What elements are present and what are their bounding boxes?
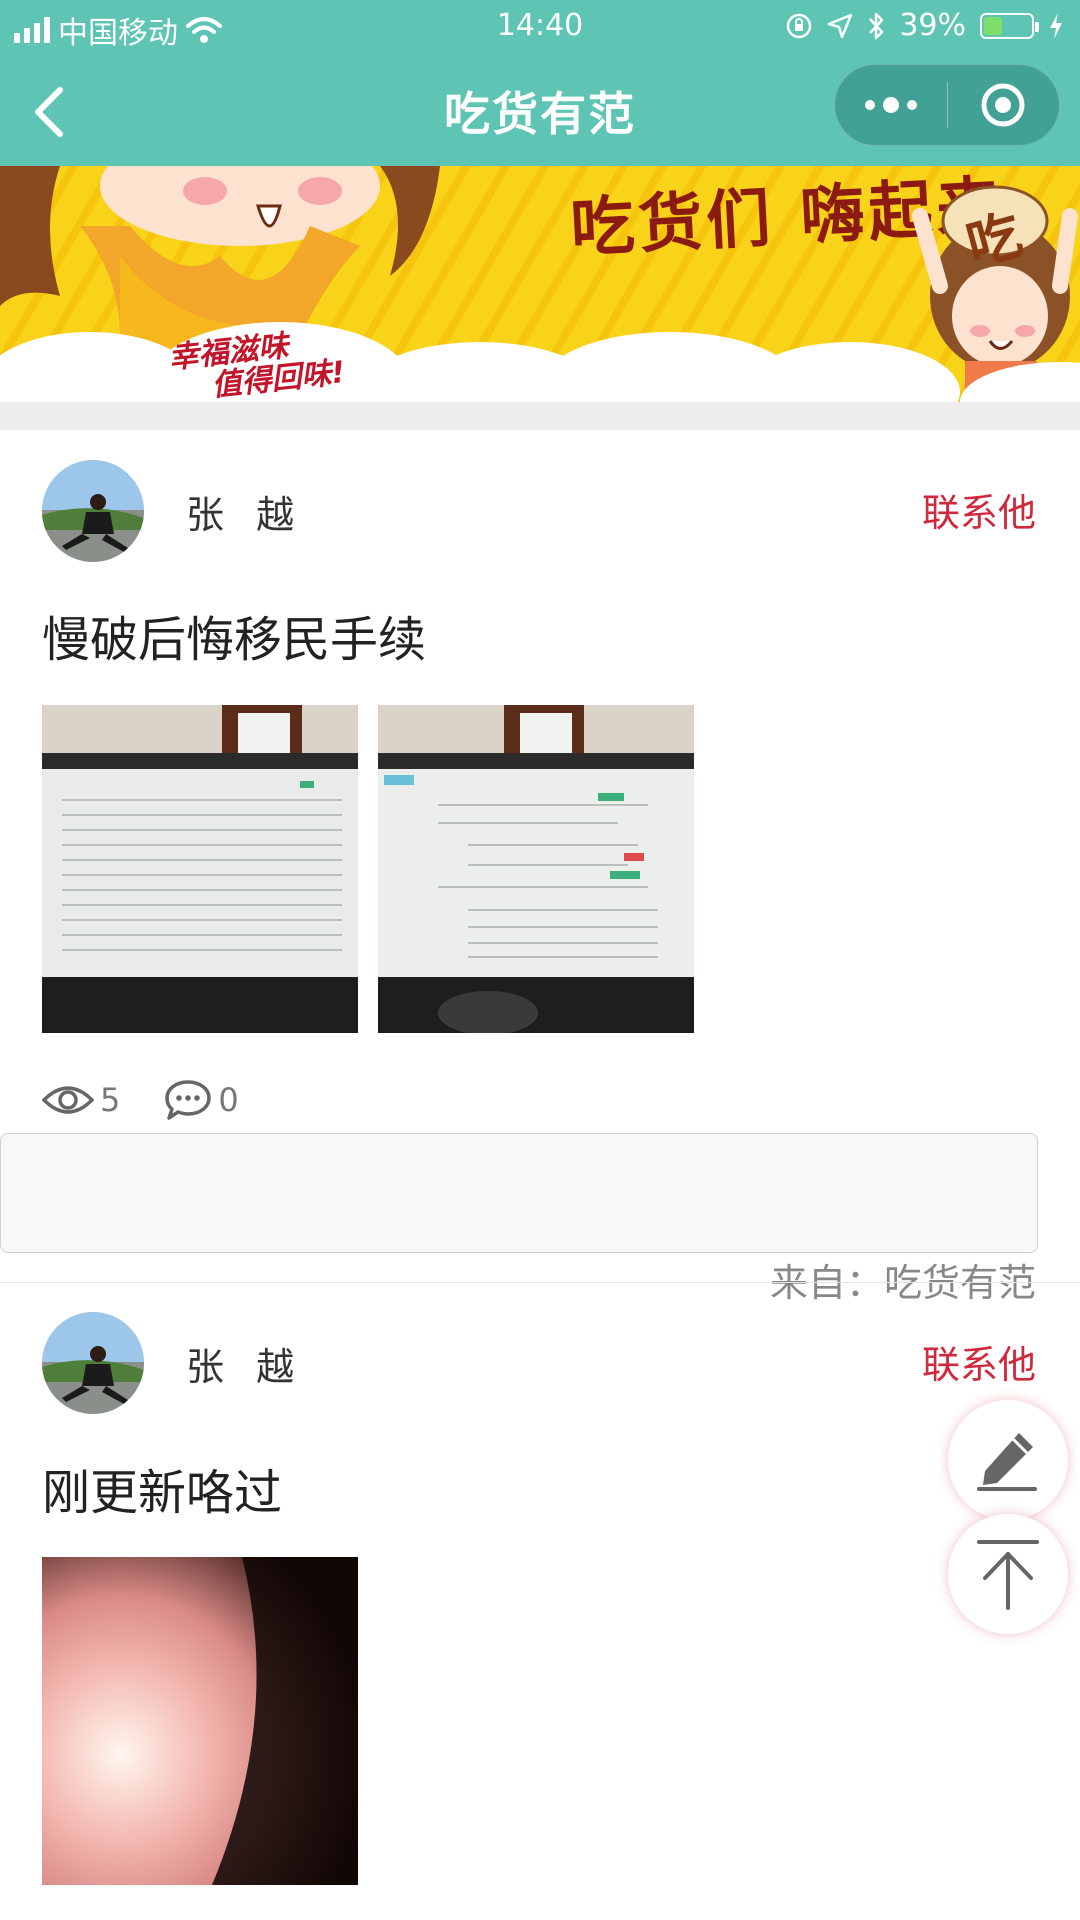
promo-banner[interactable]: 吃货们 嗨起来 幸福滋味 值得回味! 吃: [0, 166, 1080, 402]
post-text: 慢破后悔移民手续: [42, 612, 427, 668]
nav-bar: 吃货有范: [0, 54, 1080, 166]
post-image[interactable]: [42, 705, 358, 1033]
status-right: 39%: [785, 8, 1064, 43]
author-name: 张 越: [186, 1345, 305, 1389]
contact-author-link[interactable]: 联系他: [922, 1334, 1036, 1389]
post-text: 刚更新咯过: [42, 1465, 283, 1521]
comment-input[interactable]: [0, 1133, 1038, 1253]
battery-level-fill: [984, 16, 1002, 35]
location-arrow-icon: [828, 13, 853, 38]
comment-count[interactable]: 0: [164, 1078, 239, 1122]
author-name: 张 越: [186, 493, 305, 537]
rotation-lock-icon: [787, 13, 812, 38]
arrow-up-to-top-icon: [977, 1540, 1039, 1610]
view-count-value: 5: [100, 1081, 121, 1119]
charging-bolt-icon: [1050, 12, 1062, 39]
post-card: 张 越 联系他 慢破后悔移民手续 5 0 来自：吃货有范: [0, 430, 1080, 1305]
target-circle-icon: [981, 83, 1025, 127]
post-image[interactable]: [378, 705, 694, 1033]
more-dots-icon: [864, 97, 917, 113]
monitor-photo: [42, 705, 358, 1033]
eye-icon: [42, 1086, 94, 1114]
mini-program-capsule: [834, 64, 1060, 146]
battery-percent: 39%: [899, 8, 966, 43]
avatar[interactable]: [42, 1312, 144, 1414]
app-header: 中国移动 14:40 39% 吃货有范: [0, 0, 1080, 166]
avatar-photo: [42, 1312, 144, 1414]
section-divider: [0, 402, 1080, 430]
pencil-icon: [977, 1433, 1037, 1491]
view-count: 5: [42, 1081, 120, 1119]
bluetooth-icon: [869, 12, 884, 39]
more-button[interactable]: [835, 65, 947, 145]
post-stats: 5 0: [42, 1078, 283, 1122]
status-bar: 中国移动 14:40 39%: [0, 0, 1080, 54]
avatar-photo: [42, 460, 144, 562]
close-mini-program-button[interactable]: [948, 65, 1060, 145]
monitor-photo: [378, 705, 694, 1033]
post-image[interactable]: [42, 1557, 358, 1885]
comment-bubble-icon: [165, 1080, 212, 1120]
write-post-button[interactable]: [948, 1400, 1068, 1520]
comment-count-value: 0: [218, 1081, 239, 1119]
contact-author-link[interactable]: 联系他: [922, 482, 1036, 537]
blurred-photo: [42, 1557, 358, 1885]
post-card: 张 越 联系他 刚更新咯过: [0, 1283, 1080, 1920]
scroll-to-top-button[interactable]: [948, 1514, 1068, 1634]
avatar[interactable]: [42, 460, 144, 562]
battery-icon: [980, 12, 1039, 39]
